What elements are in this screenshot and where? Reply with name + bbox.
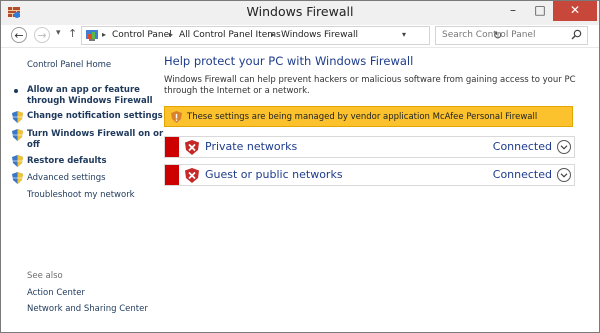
- up-button[interactable]: ↑: [68, 27, 77, 40]
- page-title: Help protect your PC with Windows Firewa…: [164, 54, 414, 68]
- breadcrumb-separator[interactable]: ▸: [169, 30, 173, 39]
- change-notification-settings-link[interactable]: Change notification settings: [27, 111, 163, 122]
- breadcrumb-all-items[interactable]: All Control Panel Items: [179, 30, 281, 40]
- shield-x-icon: [185, 140, 199, 155]
- private-networks-row[interactable]: Private networks Connected: [164, 136, 575, 158]
- breadcrumb-control-panel[interactable]: Control Panel: [112, 30, 172, 40]
- shield-icon: [12, 111, 23, 123]
- status-bar: [165, 165, 179, 185]
- allow-app-link-line1: Allow an app or feature: [27, 85, 140, 95]
- breadcrumb-separator[interactable]: ▸: [102, 30, 106, 39]
- search-icon[interactable]: [571, 29, 582, 40]
- search-input[interactable]: Search Control Panel: [442, 30, 535, 40]
- forward-button[interactable]: →: [34, 27, 50, 43]
- managed-settings-banner: These settings are being managed by vend…: [164, 106, 573, 127]
- network-label[interactable]: Guest or public networks: [205, 168, 343, 181]
- network-label[interactable]: Private networks: [205, 140, 297, 153]
- control-panel-icon: [86, 30, 98, 41]
- breadcrumb-windows-firewall[interactable]: Windows Firewall: [281, 30, 358, 40]
- search-box[interactable]: Search Control Panel: [435, 26, 588, 45]
- turn-firewall-link-line2: off: [27, 140, 40, 150]
- page-description: Windows Firewall can help prevent hacker…: [164, 75, 576, 96]
- restore-defaults-link[interactable]: Restore defaults: [27, 156, 107, 167]
- see-also-heading: See also: [27, 271, 63, 281]
- chevron-down-icon[interactable]: [557, 140, 571, 154]
- close-button[interactable]: ✕: [553, 1, 597, 21]
- action-center-link[interactable]: Action Center: [27, 288, 85, 299]
- shield-icon: [12, 172, 23, 184]
- firewall-window: Windows Firewall – □ ✕ ← → ▾ ↑ ▸ Control…: [0, 0, 600, 333]
- turn-firewall-link-line1: Turn Windows Firewall on or: [27, 129, 164, 139]
- shield-icon: [12, 155, 23, 167]
- control-panel-home-link[interactable]: Control Panel Home: [27, 60, 111, 71]
- advanced-settings-link[interactable]: Advanced settings: [27, 173, 106, 184]
- allow-app-link[interactable]: Allow an app or feature through Windows …: [27, 85, 153, 107]
- shield-x-icon: [185, 168, 199, 183]
- status-bar: [165, 137, 179, 157]
- chevron-down-icon[interactable]: [557, 168, 571, 182]
- allow-app-link-line2: through Windows Firewall: [27, 96, 153, 106]
- minimize-button[interactable]: –: [499, 1, 527, 21]
- guest-public-networks-row[interactable]: Guest or public networks Connected: [164, 164, 575, 186]
- address-dropdown[interactable]: ▾: [402, 30, 406, 39]
- address-bar[interactable]: ▸ Control Panel ▸ All Control Panel Item…: [81, 26, 502, 45]
- title-bar[interactable]: Windows Firewall – □ ✕: [1, 1, 599, 25]
- back-button[interactable]: ←: [11, 27, 27, 43]
- maximize-button[interactable]: □: [527, 1, 553, 21]
- troubleshoot-network-link[interactable]: Troubleshoot my network: [27, 190, 135, 201]
- turn-firewall-on-off-link[interactable]: Turn Windows Firewall on or off: [27, 129, 163, 151]
- network-status: Connected: [492, 168, 552, 181]
- warning-shield-icon: [171, 111, 182, 123]
- bullet-icon: [14, 89, 18, 93]
- shield-icon: [12, 129, 23, 141]
- breadcrumb-separator[interactable]: ▸: [271, 30, 275, 39]
- network-status: Connected: [492, 140, 552, 153]
- network-sharing-center-link[interactable]: Network and Sharing Center: [27, 304, 148, 315]
- recent-locations-dropdown[interactable]: ▾: [56, 28, 61, 38]
- navigation-bar: ← → ▾ ↑ ▸ Control Panel ▸ All Control Pa…: [1, 25, 599, 48]
- banner-text: These settings are being managed by vend…: [187, 112, 538, 122]
